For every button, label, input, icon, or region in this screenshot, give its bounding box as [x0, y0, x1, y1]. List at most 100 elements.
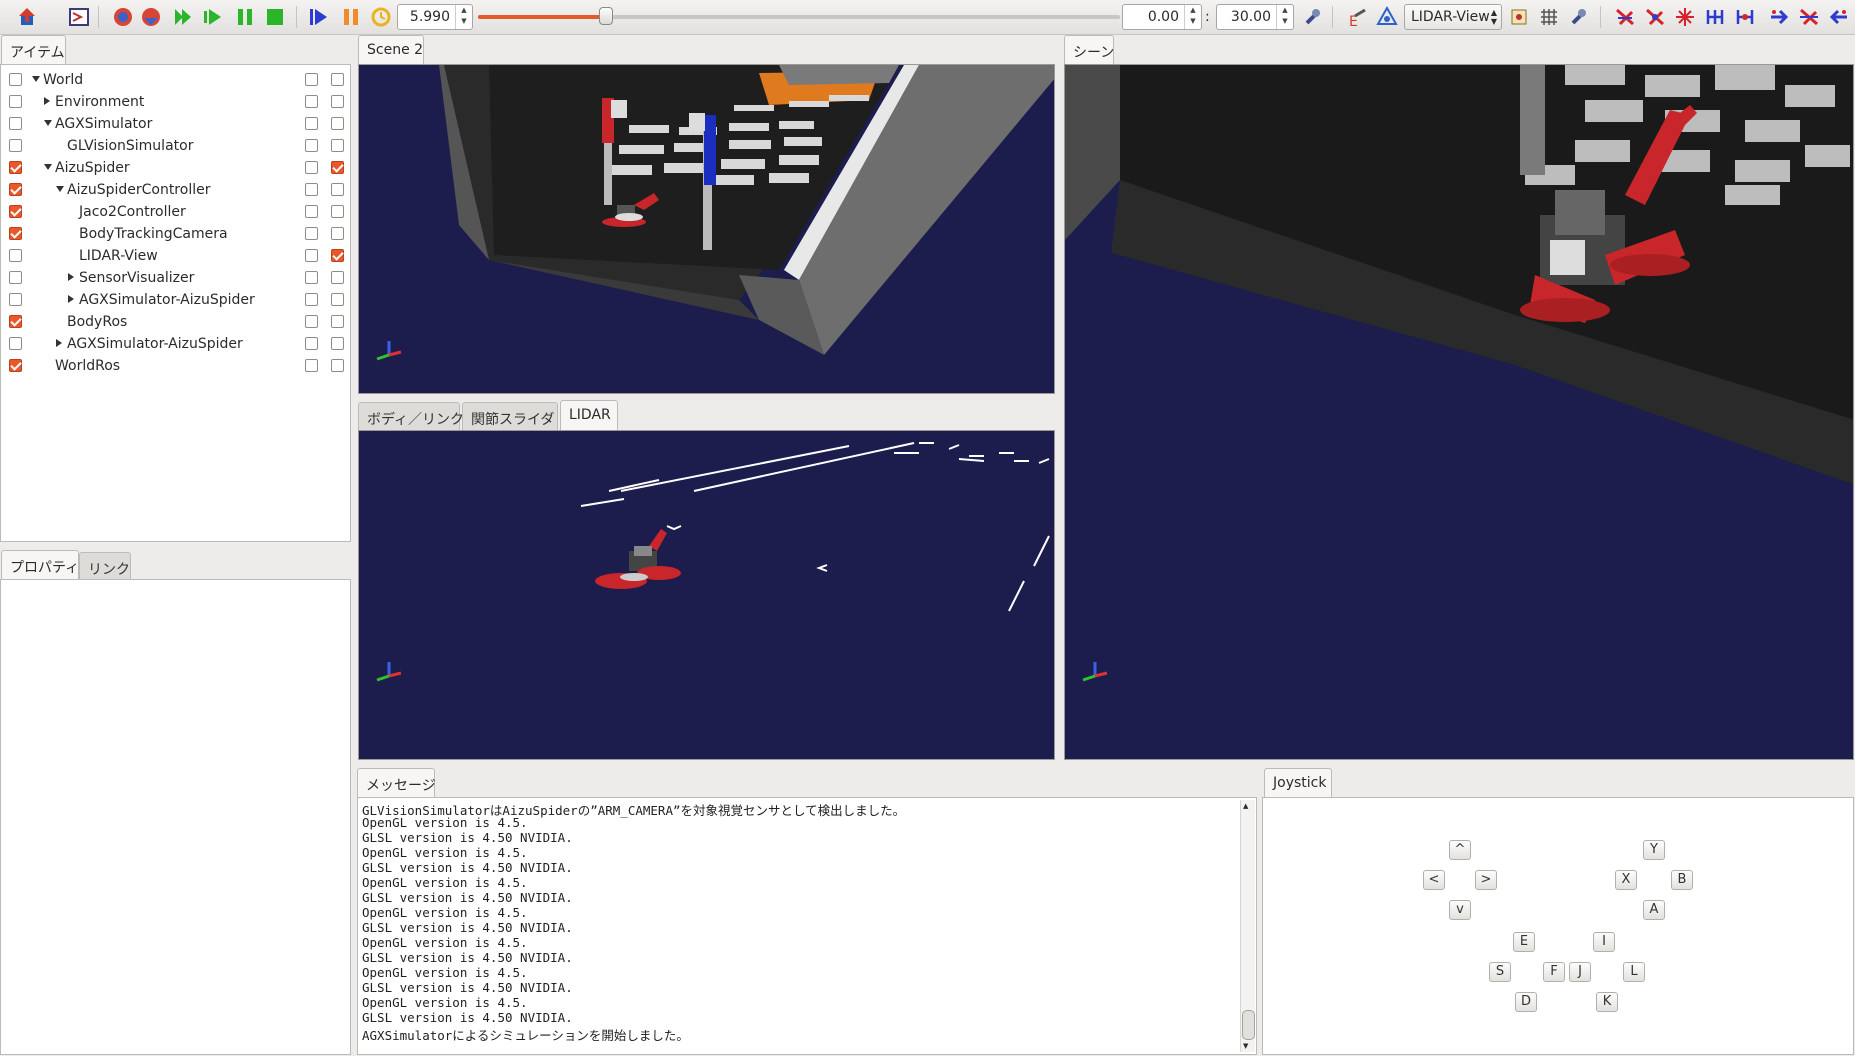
joystick-down-button[interactable]: v: [1449, 900, 1471, 920]
stop-simulation-icon[interactable]: [262, 4, 288, 30]
joystick-k-button[interactable]: K: [1596, 992, 1618, 1012]
item-column-1-checkbox[interactable]: [305, 183, 318, 196]
collapse-arrow-icon[interactable]: [56, 186, 64, 192]
snapshot-icon[interactable]: [1506, 4, 1532, 30]
item-check-checkbox[interactable]: [9, 117, 22, 130]
item-column-1-checkbox[interactable]: [305, 293, 318, 306]
tree-item[interactable]: BodyRos: [1, 311, 351, 333]
tab-body-link[interactable]: ボディ／リンク: [358, 402, 464, 430]
tree-item[interactable]: WorldRos: [1, 355, 351, 377]
scroll-down-icon[interactable]: ▼: [1243, 1042, 1248, 1050]
item-column-2-checkbox[interactable]: [331, 249, 344, 262]
item-check-checkbox[interactable]: [9, 205, 22, 218]
item-column-1-checkbox[interactable]: [305, 161, 318, 174]
joystick-e-button[interactable]: E: [1513, 932, 1535, 952]
item-check-checkbox[interactable]: [9, 161, 22, 174]
item-column-1-checkbox[interactable]: [305, 117, 318, 130]
joystick-d-button[interactable]: D: [1515, 992, 1537, 1012]
tab-messages[interactable]: メッセージ: [357, 768, 436, 798]
settings-wrench-icon[interactable]: [1566, 4, 1592, 30]
item-column-1-checkbox[interactable]: [305, 315, 318, 328]
restore-initial-state-icon[interactable]: [110, 4, 136, 30]
item-column-2-checkbox[interactable]: [331, 95, 344, 108]
tree-item[interactable]: BodyTrackingCamera: [1, 223, 351, 245]
scroll-thumb[interactable]: [1242, 1010, 1255, 1040]
item-column-2-checkbox[interactable]: [331, 73, 344, 86]
tree-item[interactable]: LIDAR-View: [1, 245, 351, 267]
zmp-icon[interactable]: [1702, 4, 1728, 30]
item-column-2-checkbox[interactable]: [331, 183, 344, 196]
message-scrollbar[interactable]: ▲ ▼: [1240, 800, 1255, 1052]
sync-time-icon[interactable]: [368, 4, 394, 30]
tab-properties[interactable]: プロパティ: [1, 550, 79, 580]
item-check-checkbox[interactable]: [9, 249, 22, 262]
time-range-end[interactable]: 30.00 ▲ ▼: [1216, 4, 1294, 30]
item-column-1-checkbox[interactable]: [305, 337, 318, 350]
item-column-1-checkbox[interactable]: [305, 95, 318, 108]
item-column-2-checkbox[interactable]: [331, 293, 344, 306]
item-column-2-checkbox[interactable]: [331, 117, 344, 130]
item-column-2-checkbox[interactable]: [331, 271, 344, 284]
tree-item[interactable]: AizuSpider: [1, 157, 351, 179]
item-check-checkbox[interactable]: [9, 337, 22, 350]
item-column-1-checkbox[interactable]: [305, 227, 318, 240]
joystick-j-button[interactable]: J: [1569, 962, 1591, 982]
wrench-icon[interactable]: [1300, 4, 1326, 30]
item-column-2-checkbox[interactable]: [331, 315, 344, 328]
joystick-l-button[interactable]: L: [1623, 962, 1645, 982]
joystick-b-button[interactable]: B: [1671, 870, 1693, 890]
spin-arrows-icon[interactable]: ▲ ▼: [1184, 5, 1201, 29]
item-check-checkbox[interactable]: [9, 359, 22, 372]
tab-scene[interactable]: シーン: [1064, 35, 1114, 65]
item-check-checkbox[interactable]: [9, 139, 22, 152]
spin-arrows-icon[interactable]: ▲ ▼: [1276, 5, 1293, 29]
camera-select[interactable]: LIDAR-View ▲ ▼: [1404, 4, 1502, 30]
tab-items[interactable]: アイテム: [1, 35, 66, 65]
start-simulation-icon[interactable]: [170, 4, 196, 30]
resume-simulation-icon[interactable]: [200, 4, 226, 30]
item-column-1-checkbox[interactable]: [305, 359, 318, 372]
scroll-up-icon[interactable]: ▲: [1243, 802, 1248, 810]
move-both-icon[interactable]: [1796, 4, 1822, 30]
body-origin-icon[interactable]: [1612, 4, 1638, 30]
expand-arrow-icon[interactable]: [56, 339, 62, 347]
expand-arrow-icon[interactable]: [68, 295, 74, 303]
tree-item[interactable]: World: [1, 69, 351, 91]
tab-joystick[interactable]: Joystick: [1264, 768, 1332, 798]
item-column-2-checkbox[interactable]: [331, 337, 344, 350]
move-forward-icon[interactable]: [1766, 4, 1792, 30]
joystick-a-button[interactable]: A: [1643, 900, 1665, 920]
tab-joint-slider[interactable]: 関節スライダ: [462, 402, 558, 430]
tab-lidar[interactable]: LIDAR: [560, 400, 618, 430]
item-column-1-checkbox[interactable]: [305, 205, 318, 218]
pause-simulation-icon[interactable]: [232, 4, 258, 30]
tree-item[interactable]: AizuSpiderController: [1, 179, 351, 201]
viewpoint-icon[interactable]: [1374, 4, 1400, 30]
item-column-1-checkbox[interactable]: [305, 249, 318, 262]
item-check-checkbox[interactable]: [9, 227, 22, 240]
item-column-2-checkbox[interactable]: [331, 161, 344, 174]
joystick-s-button[interactable]: S: [1489, 962, 1511, 982]
move-back-icon[interactable]: [1826, 4, 1852, 30]
item-check-checkbox[interactable]: [9, 73, 22, 86]
item-column-2-checkbox[interactable]: [331, 139, 344, 152]
set-initial-state-icon[interactable]: [138, 4, 164, 30]
item-check-checkbox[interactable]: [9, 293, 22, 306]
body-pose-icon[interactable]: [1642, 4, 1668, 30]
item-column-2-checkbox[interactable]: [331, 227, 344, 240]
pause-animation-icon[interactable]: [338, 4, 364, 30]
joystick-left-button[interactable]: <: [1423, 870, 1445, 890]
item-check-checkbox[interactable]: [9, 315, 22, 328]
item-column-1-checkbox[interactable]: [305, 139, 318, 152]
play-animation-icon[interactable]: [306, 4, 332, 30]
center-of-mass-icon[interactable]: [1672, 4, 1698, 30]
tree-item[interactable]: GLVisionSimulator: [1, 135, 351, 157]
tab-scene-2[interactable]: Scene 2: [358, 35, 424, 65]
grid-icon[interactable]: [1536, 4, 1562, 30]
item-column-1-checkbox[interactable]: [305, 73, 318, 86]
joystick-right-button[interactable]: >: [1475, 870, 1497, 890]
joystick-x-button[interactable]: X: [1615, 870, 1637, 890]
time-slider-handle[interactable]: [599, 7, 614, 25]
tree-item[interactable]: AGXSimulator-AizuSpider: [1, 333, 351, 355]
expand-arrow-icon[interactable]: [68, 273, 74, 281]
